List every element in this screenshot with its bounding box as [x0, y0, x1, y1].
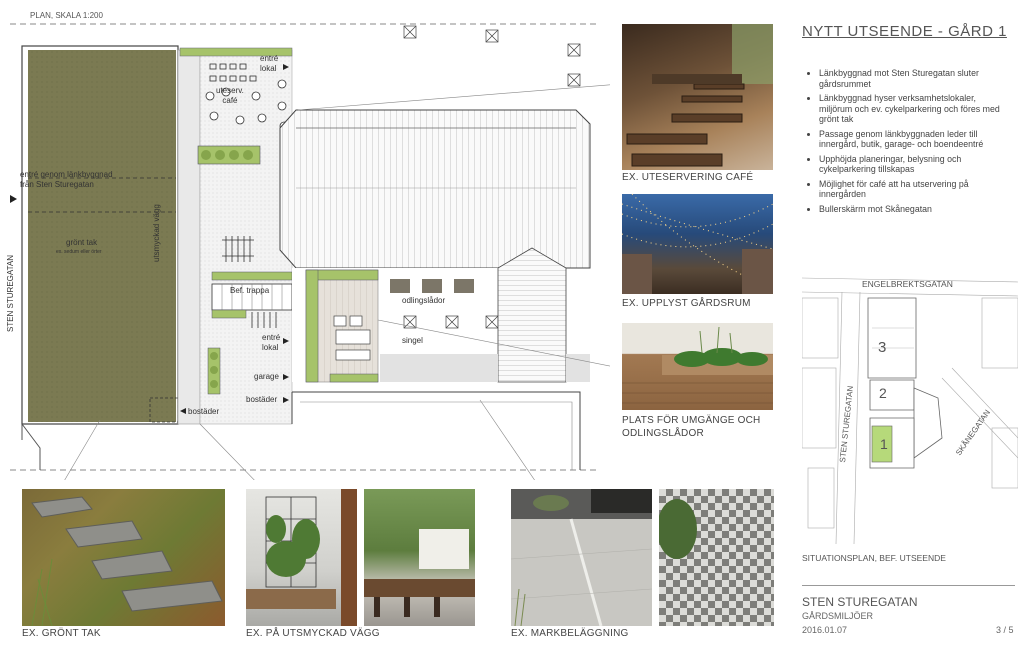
photo-vagg-2	[364, 489, 475, 626]
label-bef-trappa: Bef. trappa	[230, 286, 270, 295]
caption-upplyst: EX. UPPLYST GÅRDSRUM	[622, 298, 751, 309]
label-utsmyckad-vagg: utsmyckad vägg	[152, 204, 161, 262]
caption-gront-tak: EX. GRÖNT TAK	[22, 628, 101, 639]
footer-divider	[802, 585, 1015, 586]
photo-markbelaggning-1	[511, 489, 652, 626]
photo-gront-tak	[22, 489, 225, 626]
photo-markbelaggning-2	[659, 489, 774, 626]
situation-caption: SITUATIONSPLAN, BEF. UTSEENDE	[802, 553, 946, 563]
bullet-item: Passage genom länkbyggnaden leder till i…	[819, 129, 1005, 150]
page-number: 3 / 5	[996, 625, 1014, 635]
label-entre-lokal-top: entré lokal	[260, 54, 279, 73]
label-gront-tak: grönt tak	[66, 238, 98, 247]
photo-vagg-1	[246, 489, 357, 626]
page-title: NYTT UTSEENDE - GÅRD 1	[802, 23, 1007, 40]
label-singel: singel	[402, 336, 423, 345]
situation-number-1: 1	[880, 436, 888, 452]
label-uteservering: uteserv. café	[216, 86, 244, 105]
footer-project: STEN STUREGATAN	[802, 595, 918, 609]
label-gront-tak-sub: ex. sedum eller örter	[56, 249, 102, 255]
bullet-list: Länkbyggnad mot Sten Sturegatan sluter g…	[805, 68, 1005, 218]
caption-uteservering: EX. UTESERVERING CAFÉ	[622, 172, 754, 183]
label-odlingslador: odlingslådor	[402, 296, 446, 305]
situation-street-top: ENGELBREKTSGATAN	[862, 279, 953, 289]
footer-subtitle: GÅRDSMILJÖER	[802, 611, 874, 621]
photo-uteservering	[622, 24, 773, 170]
label-bostader-left: bostäder	[188, 407, 220, 416]
bullet-item: Upphöjda planeringar, belysning och cyke…	[819, 154, 1005, 175]
situation-number-3: 3	[878, 339, 887, 356]
label-sten-sturegatan: STEN STUREGATAN	[6, 254, 15, 332]
caption-markbelaggning: EX. MARKBELÄGGNING	[511, 628, 629, 639]
label-garage: garage	[254, 372, 279, 381]
bullet-item: Bullerskärm mot Skånegatan	[819, 204, 1005, 215]
bullet-item: Möjlighet för café att ha utservering på…	[819, 179, 1005, 200]
situation-number-2: 2	[879, 385, 887, 401]
situation-plan-map	[802, 277, 1018, 544]
photo-umgange	[622, 323, 773, 410]
plan-area: PLAN, SKALA 1:200 entré lokal uteserv. c…	[0, 0, 610, 480]
label-bostader-right: bostäder	[246, 395, 278, 404]
bullet-item: Länkbyggnad hyser verksamhetslokaler, mi…	[819, 93, 1005, 125]
caption-utsmyckad-vagg: EX. PÅ UTSMYCKAD VÄGG	[246, 628, 380, 639]
label-entre-lokal-bottom: entré lokal	[262, 333, 281, 352]
footer-date: 2016.01.07	[802, 625, 848, 635]
label-entre-genom: entré genom länkbyggnad från Sten Stureg…	[20, 170, 113, 189]
caption-umgange: PLATS FÖR UMGÄNGE OCH ODLINGSLÅDOR	[622, 415, 761, 439]
bullet-item: Länkbyggnad mot Sten Sturegatan sluter g…	[819, 68, 1005, 89]
photo-upplyst	[622, 194, 773, 294]
